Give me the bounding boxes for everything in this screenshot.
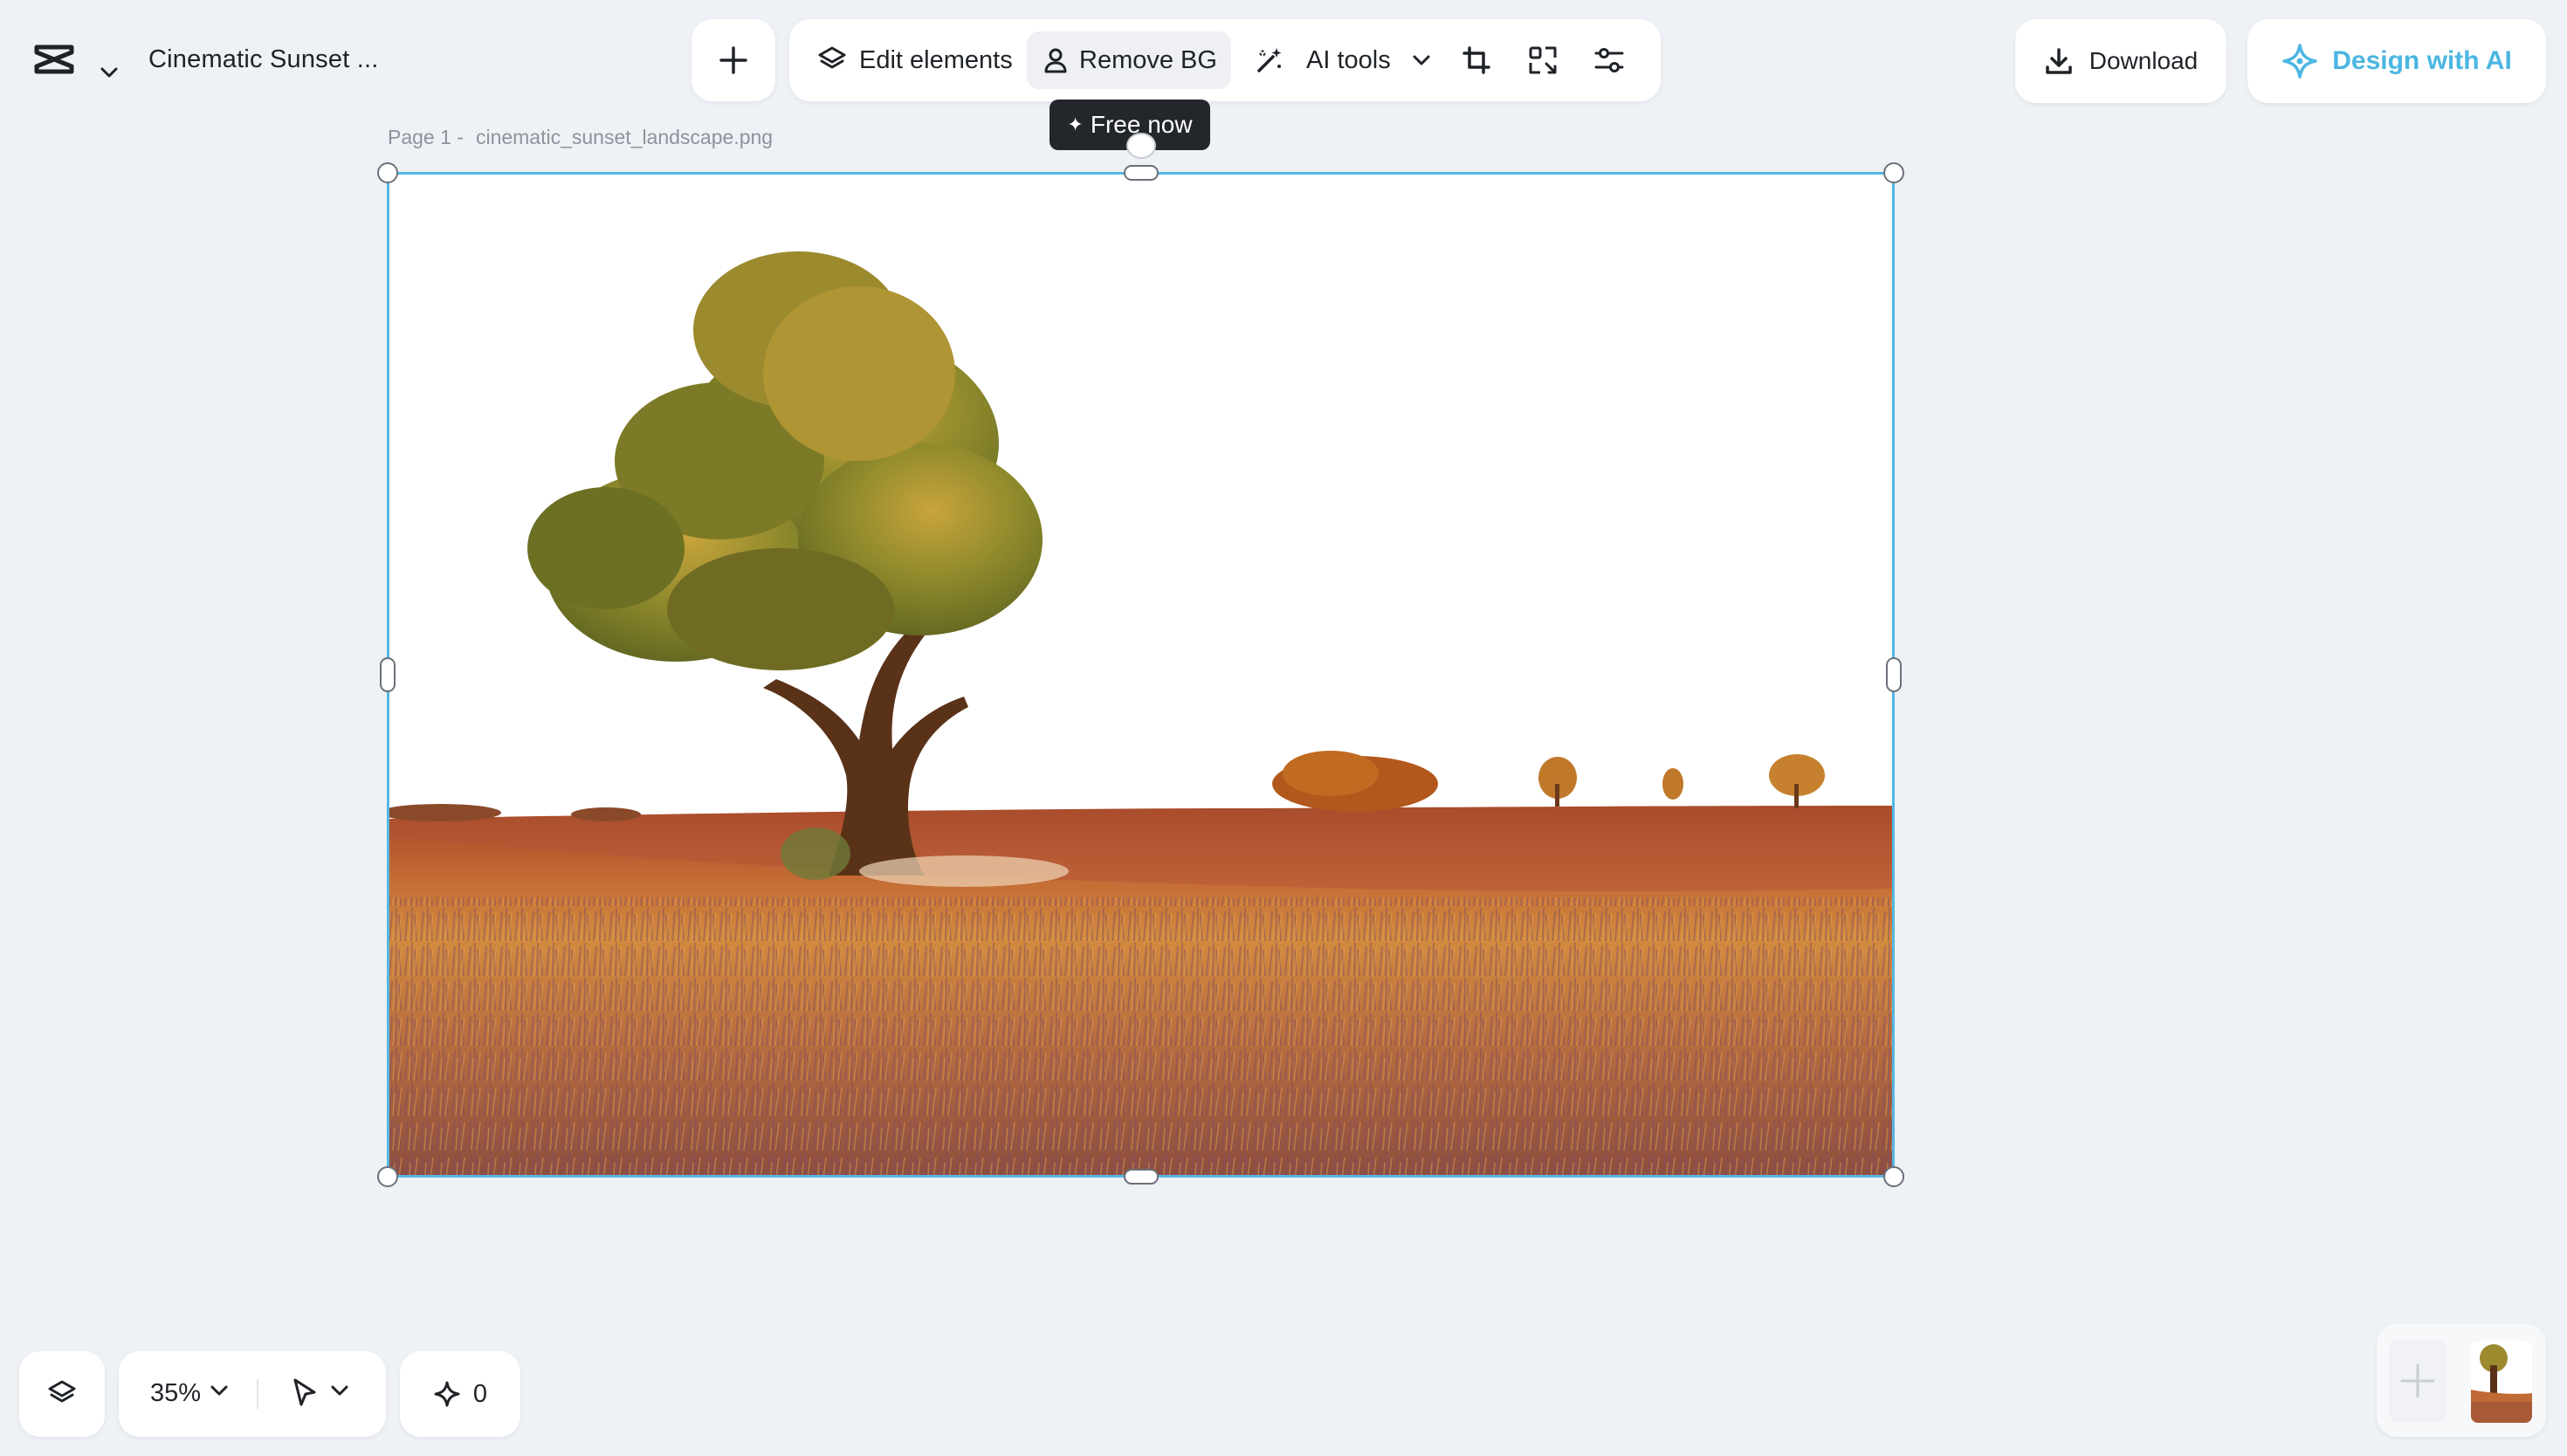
resize-handle-right[interactable]: [1886, 657, 1902, 692]
person-icon: [1043, 46, 1069, 74]
magic-wand-icon: [1254, 45, 1285, 76]
pages-panel: [2377, 1323, 2546, 1437]
download-button[interactable]: Download: [2015, 19, 2226, 103]
resize-handle-bottom[interactable]: [1124, 1169, 1159, 1185]
file-name[interactable]: cinematic_sunset_landscape.png: [476, 126, 773, 148]
design-with-ai-label: Design with AI: [2332, 46, 2512, 75]
layers-button[interactable]: [19, 1351, 105, 1437]
plus-icon: [719, 45, 748, 75]
layers-icon: [817, 45, 847, 75]
ai-tools-label: AI tools: [1306, 45, 1391, 74]
download-icon: [2044, 46, 2074, 76]
project-panel: Cinematic Sunset ...: [9, 17, 407, 101]
resize-handle-top-right[interactable]: [1883, 162, 1904, 183]
resize-handle-top[interactable]: [1124, 165, 1159, 181]
rotate-handle[interactable]: [1126, 133, 1156, 159]
add-button[interactable]: [692, 19, 775, 101]
layers-icon: [47, 1379, 77, 1409]
page-thumbnail[interactable]: [2471, 1341, 2532, 1423]
canvas-image[interactable]: [388, 173, 1893, 1177]
resize-handle-left[interactable]: [380, 657, 396, 692]
divider: [257, 1379, 258, 1409]
pointer-icon[interactable]: [290, 1377, 320, 1409]
edit-elements-button[interactable]: Edit elements: [812, 31, 1018, 89]
add-page-button[interactable]: [2389, 1339, 2447, 1423]
page-label: Page 1 - cinematic_sunset_landscape.png: [388, 126, 773, 149]
resize-handle-bottom-left[interactable]: [377, 1166, 398, 1187]
ai-tools-button[interactable]: AI tools: [1249, 31, 1436, 89]
chevron-down-icon[interactable]: [1412, 54, 1431, 66]
remove-bg-label: Remove BG: [1079, 45, 1217, 74]
resize-icon: [1528, 45, 1558, 75]
crop-button[interactable]: [1455, 38, 1498, 82]
ai-sparkle-icon: [2281, 43, 2318, 79]
landscape-photo: [388, 173, 1893, 1177]
crop-icon: [1462, 45, 1491, 75]
download-label: Download: [2089, 47, 2199, 74]
capcut-logo-icon[interactable]: [33, 42, 75, 77]
credits-count: 0: [472, 1379, 488, 1408]
design-with-ai-button[interactable]: Design with AI: [2247, 19, 2546, 103]
zoom-level[interactable]: 35%: [150, 1379, 201, 1408]
remove-bg-button[interactable]: Remove BG: [1027, 31, 1231, 89]
zoom-control: 35%: [119, 1351, 386, 1437]
credits-button[interactable]: 0: [400, 1351, 520, 1437]
chevron-down-icon[interactable]: [330, 1384, 349, 1397]
chevron-down-icon[interactable]: [210, 1384, 229, 1397]
resize-handle-bottom-right[interactable]: [1883, 1166, 1904, 1187]
plus-icon: [2398, 1362, 2437, 1400]
edit-elements-label: Edit elements: [859, 45, 1013, 74]
sparkle-icon: [433, 1380, 461, 1408]
resize-handle-top-left[interactable]: [377, 162, 398, 183]
sliders-icon: [1593, 45, 1625, 75]
adjust-button[interactable]: [1587, 38, 1631, 82]
project-title[interactable]: Cinematic Sunset ...: [148, 45, 379, 74]
image-toolbar: Edit elements Remove BG AI tools: [789, 19, 1661, 101]
chevron-down-icon[interactable]: [100, 66, 119, 79]
sparkle-icon: ✦: [1067, 113, 1084, 135]
page-number-label: Page 1 -: [388, 126, 464, 148]
resize-button[interactable]: [1521, 38, 1565, 82]
